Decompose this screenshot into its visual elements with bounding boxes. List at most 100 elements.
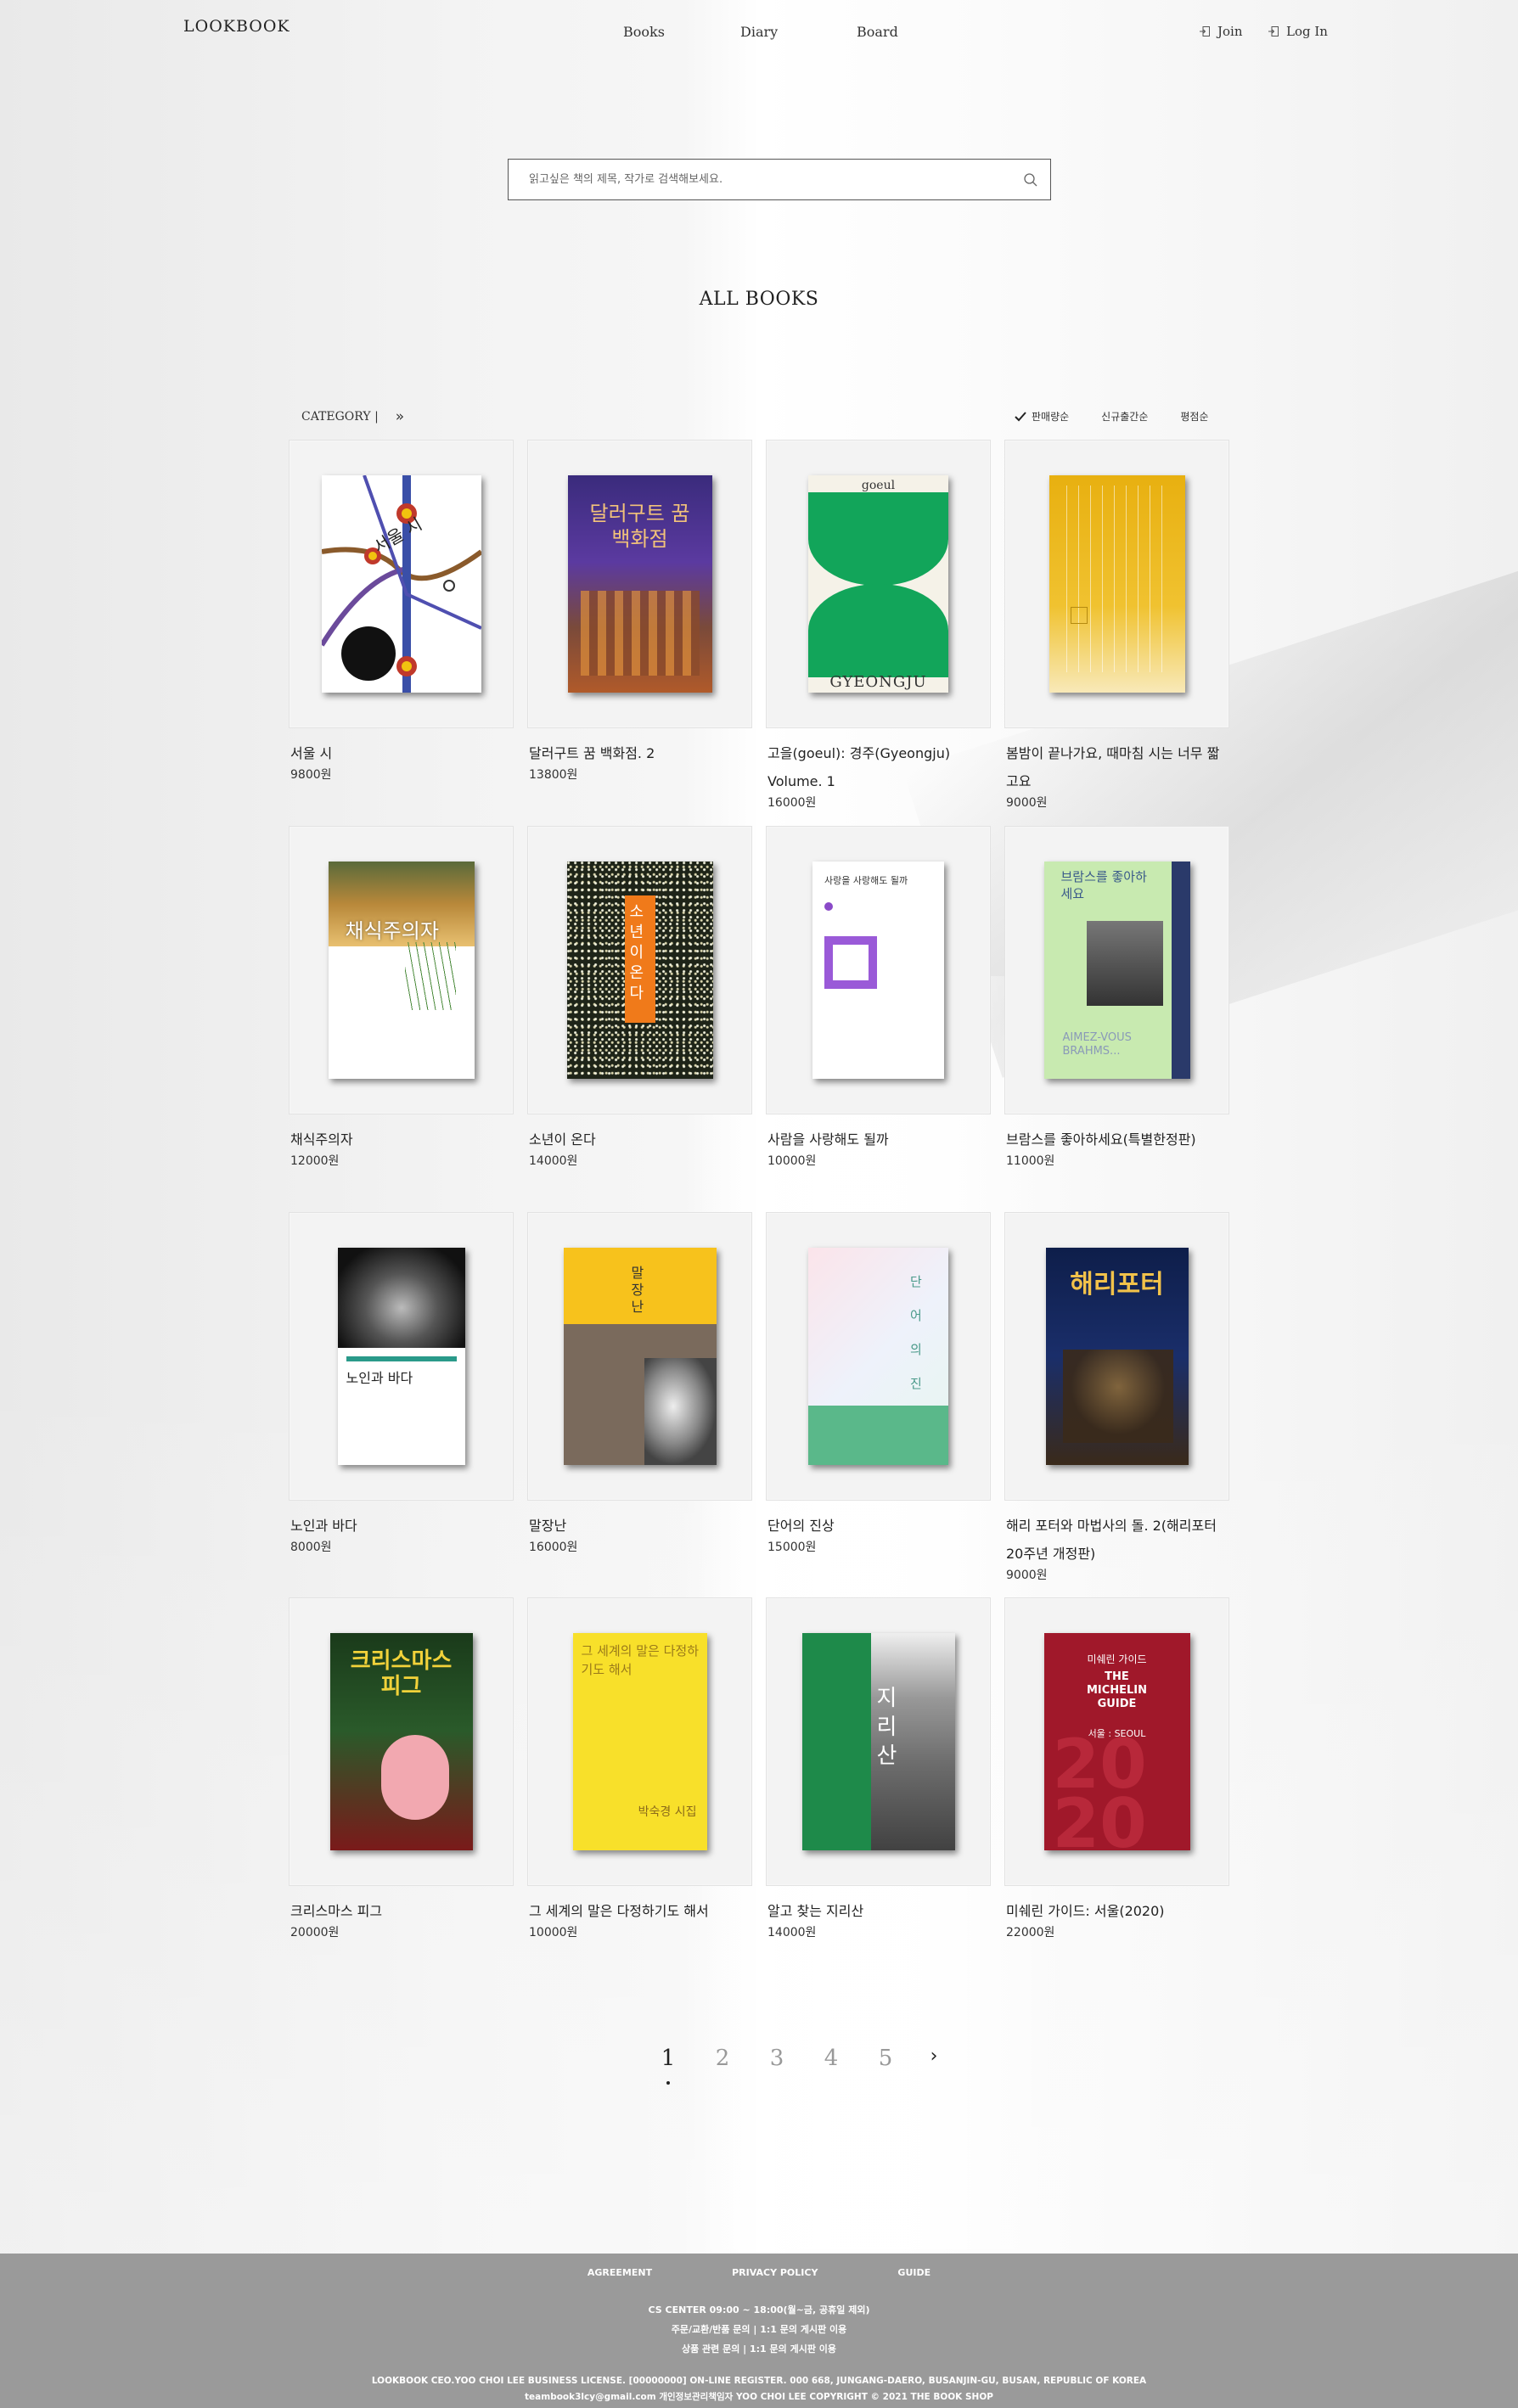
book-title[interactable]: 그 세계의 말은 다정하기도 해서: [527, 1897, 752, 1925]
footer-cs-info: CS CENTER 09:00 ~ 18:00(월~금, 공휴일 제외) 주문/…: [0, 2300, 1518, 2359]
page-4[interactable]: 4: [804, 2046, 858, 2071]
sort-rating[interactable]: 평점순: [1180, 409, 1208, 424]
book-price: 16000원: [767, 796, 817, 810]
cover-title: 말장난: [631, 1265, 644, 1315]
book-cover-frame: 그 세계의 말은 다정하기도 해서 박숙경 시집: [527, 1597, 752, 1886]
book-price: 11000원: [1006, 1154, 1055, 1168]
cover-city: 서울 : SEOUL: [1088, 1728, 1146, 1739]
nav-books[interactable]: Books: [623, 24, 665, 40]
book-card[interactable]: 지리산 알고 찾는 지리산 14000원: [766, 1597, 991, 1940]
book-title[interactable]: 알고 찾는 지리산: [766, 1897, 991, 1925]
book-price: 9800원: [290, 768, 332, 782]
login-label: Log In: [1286, 24, 1328, 39]
book-cover-frame: 크리스마스 피그: [289, 1597, 514, 1886]
book-cover-frame: 서울 시: [289, 440, 514, 728]
search-bar: [508, 159, 1051, 200]
book-title[interactable]: 봄밤이 끝나가요, 때마침 시는 너무 짧고요: [1004, 739, 1229, 795]
category-filter[interactable]: CATEGORY | »: [301, 408, 404, 425]
section-title: ALL BOOKS: [699, 289, 819, 310]
page-1[interactable]: 1: [641, 2046, 695, 2085]
book-card[interactable]: 말장난 말장난 16000원: [527, 1212, 752, 1555]
book-title[interactable]: 소년이 온다: [527, 1125, 752, 1153]
footer-privacy-link[interactable]: PRIVACY POLICY: [732, 2267, 818, 2278]
book-card[interactable]: 크리스마스 피그 크리스마스 피그 20000원: [289, 1597, 514, 1940]
footer-links: AGREEMENT PRIVACY POLICY GUIDE: [0, 2267, 1518, 2278]
book-price: 14000원: [767, 1926, 817, 1939]
cover-title: THE MICHELIN GUIDE: [1086, 1670, 1148, 1710]
book-cover-image: 해리포터: [1045, 1248, 1189, 1465]
footer-company-info: LOOKBOOK CEO.YOO CHOI LEE BUSINESS LICEN…: [0, 2373, 1518, 2405]
book-title[interactable]: 미쉐린 가이드: 서울(2020): [1004, 1897, 1229, 1925]
book-title[interactable]: 말장난: [527, 1512, 752, 1540]
book-title[interactable]: 브람스를 좋아하세요(특별한정판): [1004, 1125, 1229, 1153]
nav-diary[interactable]: Diary: [740, 24, 778, 40]
footer-business-info: LOOKBOOK CEO.YOO CHOI LEE BUSINESS LICEN…: [371, 2376, 1147, 2386]
footer-copyright: teambook3lcy@gmail.com 개인정보관리책임자 YOO CHO…: [525, 2392, 993, 2402]
page-5[interactable]: 5: [858, 2046, 913, 2071]
book-cover-frame: 20 20 미쉐린 가이드 THE MICHELIN GUIDE 서울 : SEO…: [1004, 1597, 1229, 1886]
book-cover-frame: 채식주의자: [289, 826, 514, 1114]
book-cover-frame: 해리포터: [1004, 1212, 1229, 1501]
book-card[interactable]: 달러구트 꿈 백화점 달러구트 꿈 백화점. 2 13800원: [527, 440, 752, 783]
book-cover-image: 서울 시: [321, 475, 481, 693]
search-input[interactable]: [509, 160, 1011, 199]
sort-newest-label: 신규출간순: [1101, 411, 1149, 423]
cover-title: 소년이 온다: [629, 903, 644, 1002]
sort-newest[interactable]: 신규출간순: [1101, 409, 1148, 424]
book-card[interactable]: 단어의 진상 단어의 진상 15000원: [766, 1212, 991, 1555]
book-price: 14000원: [529, 1154, 578, 1168]
cover-author: 박숙경 시집: [638, 1805, 697, 1819]
cover-subtitle: AIMEZ-VOUS BRAHMS...: [1062, 1031, 1132, 1058]
book-title[interactable]: 크리스마스 피그: [289, 1897, 514, 1925]
cover-title: 그 세계의 말은 다정하기도 해서: [581, 1643, 700, 1677]
book-title[interactable]: 단어의 진상: [766, 1512, 991, 1540]
book-price: 9000원: [1006, 796, 1048, 810]
cover-kr-title: 미쉐린 가이드: [1087, 1653, 1147, 1665]
book-card[interactable]: 서울 시 서울 시 9800원: [289, 440, 514, 783]
book-title[interactable]: 채식주의자: [289, 1125, 514, 1153]
book-title[interactable]: 달러구트 꿈 백화점. 2: [527, 739, 752, 767]
pagination: 1 2 3 4 5 ›: [641, 2046, 955, 2085]
cover-title: 달러구트 꿈 백화점: [589, 502, 690, 551]
book-price: 10000원: [529, 1926, 578, 1939]
footer-cs-product: 상품 관련 문의 | 1:1 문의 게시판 이용: [681, 2343, 837, 2355]
book-cover-frame: 말장난: [527, 1212, 752, 1501]
book-card[interactable]: 소년이 온다 소년이 온다 14000원: [527, 826, 752, 1169]
book-card[interactable]: 사랑을 사랑해도 될까 사람을 사랑해도 될까 10000원: [766, 826, 991, 1169]
book-price: 16000원: [529, 1541, 578, 1554]
book-cover-image: 20 20 미쉐린 가이드 THE MICHELIN GUIDE 서울 : SEO…: [1043, 1633, 1190, 1850]
page-2[interactable]: 2: [695, 2046, 750, 2071]
join-link[interactable]: Join: [1199, 24, 1243, 39]
cover-title: 사랑을 사랑해도 될까: [824, 875, 908, 886]
search-icon[interactable]: [1011, 172, 1050, 188]
book-card[interactable]: 브람스를 좋아하세요 AIMEZ-VOUS BRAHMS... 브람스를 좋아하…: [1004, 826, 1229, 1169]
book-cover-frame: goeul GYEONGJU: [766, 440, 991, 728]
sort-bestseller-label: 판매량순: [1032, 411, 1070, 423]
double-chevron-right-icon[interactable]: »: [396, 408, 404, 425]
book-title[interactable]: 서울 시: [289, 739, 514, 767]
login-link[interactable]: Log In: [1268, 24, 1328, 39]
footer-guide-link[interactable]: GUIDE: [897, 2267, 930, 2278]
book-card[interactable]: 해리포터 해리 포터와 마법사의 돌. 2(해리포터 20주년 개정판) 900…: [1004, 1212, 1229, 1583]
book-card[interactable]: 그 세계의 말은 다정하기도 해서 박숙경 시집 그 세계의 말은 다정하기도 …: [527, 1597, 752, 1940]
book-cover-frame: 단어의 진상: [766, 1212, 991, 1501]
book-card[interactable]: 채식주의자 채식주의자 12000원: [289, 826, 514, 1169]
book-cover-image: 채식주의자: [328, 862, 475, 1079]
page-3[interactable]: 3: [750, 2046, 804, 2071]
cover-subtitle: GYEONGJU: [829, 673, 927, 691]
book-title[interactable]: 사람을 사랑해도 될까: [766, 1125, 991, 1153]
book-card[interactable]: 봄밤이 끝나가요, 때마침 시는 너무 짧고요 9000원: [1004, 440, 1229, 811]
book-title[interactable]: 해리 포터와 마법사의 돌. 2(해리포터 20주년 개정판): [1004, 1512, 1229, 1568]
sort-bestseller[interactable]: 판매량순: [1015, 409, 1069, 424]
nav-board[interactable]: Board: [857, 24, 898, 40]
book-card[interactable]: 20 20 미쉐린 가이드 THE MICHELIN GUIDE 서울 : SEO…: [1004, 1597, 1229, 1940]
book-card[interactable]: 노인과 바다 노인과 바다 8000원: [289, 1212, 514, 1555]
book-title[interactable]: 고을(goeul): 경주(Gyeongju) Volume. 1: [766, 739, 991, 795]
book-title[interactable]: 노인과 바다: [289, 1512, 514, 1540]
book-card[interactable]: goeul GYEONGJU 고을(goeul): 경주(Gyeongju) V…: [766, 440, 991, 811]
footer-agreement-link[interactable]: AGREEMENT: [588, 2267, 652, 2278]
next-page-icon[interactable]: ›: [913, 2046, 955, 2071]
book-cover-frame: 소년이 온다: [527, 826, 752, 1114]
cover-title: 노인과 바다: [346, 1370, 413, 1386]
cover-title: 해리포터: [1070, 1270, 1164, 1299]
